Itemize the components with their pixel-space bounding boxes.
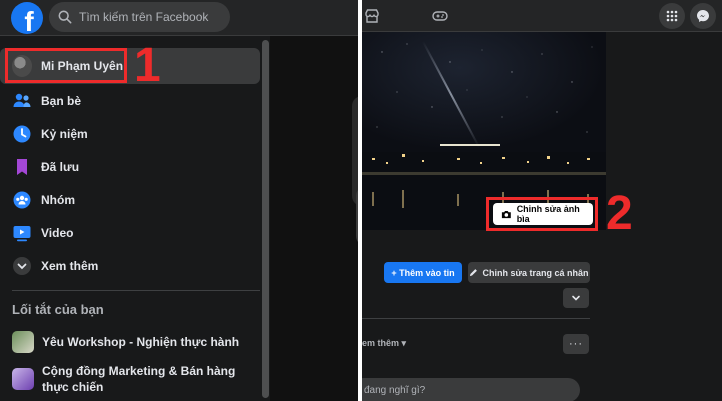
- top-navbar: f: [0, 0, 358, 36]
- sidebar-item-video[interactable]: Video: [0, 216, 260, 249]
- divider: [12, 290, 260, 291]
- shortcuts-title: Lối tắt của bạn: [12, 302, 104, 317]
- shortcut-item[interactable]: Cộng đồng Marketing & Bán hàng thực chiế…: [12, 363, 262, 395]
- left-panel: f Mi Phạm Uyên Bạn bè: [0, 0, 358, 401]
- sidebar-item-see-more[interactable]: Xem thêm: [0, 249, 260, 282]
- sidebar-item-label: Video: [41, 225, 74, 240]
- sidebar-item-friends[interactable]: Bạn bè: [0, 84, 260, 117]
- edit-profile-label: Chỉnh sửa trang cá nhân: [482, 267, 589, 278]
- sidebar-item-label: Bạn bè: [41, 93, 82, 108]
- search-input[interactable]: [79, 10, 219, 24]
- group-thumbnail: [12, 331, 34, 353]
- chevron-down-icon: [572, 295, 580, 301]
- sidebar-item-memories[interactable]: Kỷ niệm: [0, 117, 260, 150]
- profile-options-button[interactable]: [563, 288, 589, 308]
- add-to-story-button[interactable]: + Thêm vào tin: [384, 262, 462, 283]
- video-icon: [12, 223, 32, 243]
- facebook-logo-icon[interactable]: f: [11, 2, 43, 34]
- sidebar-item-groups[interactable]: Nhóm: [0, 183, 260, 216]
- annotation-number-2: 2: [606, 187, 633, 240]
- saved-icon: [12, 157, 32, 177]
- chevron-down-icon: [12, 256, 32, 276]
- sidebar-item-saved[interactable]: Đã lưu: [0, 150, 260, 183]
- marketplace-icon[interactable]: [364, 8, 380, 24]
- more-options-button[interactable]: ···: [563, 334, 589, 354]
- sidebar-scrollbar[interactable]: [262, 40, 269, 398]
- top-navbar: [362, 0, 722, 32]
- annotation-box-2: [486, 197, 598, 231]
- shortcut-item[interactable]: Yêu Workshop - Nghiện thực hành: [12, 331, 262, 353]
- divider: [362, 318, 590, 319]
- shortcut-label: Cộng đồng Marketing & Bán hàng thực chiế…: [42, 364, 236, 394]
- messenger-icon: [697, 10, 709, 22]
- post-composer[interactable]: [362, 378, 580, 401]
- sidebar-item-label: Nhóm: [41, 192, 75, 207]
- menu-grid-button[interactable]: [659, 3, 685, 29]
- friends-icon: [12, 91, 32, 111]
- sidebar-item-label: Kỷ niệm: [41, 126, 88, 141]
- annotation-number-1: 1: [134, 39, 161, 92]
- see-more-link[interactable]: em thêm ▾: [362, 338, 406, 349]
- grid-icon: [666, 10, 678, 22]
- groups-icon: [12, 190, 32, 210]
- sidebar-item-label: Đã lưu: [41, 159, 80, 174]
- group-thumbnail: [12, 368, 34, 390]
- pencil-icon: [470, 269, 478, 277]
- shortcut-label: Yêu Workshop - Nghiện thực hành: [42, 335, 240, 349]
- composer-input[interactable]: [364, 384, 564, 396]
- gaming-icon[interactable]: [432, 8, 448, 24]
- messenger-button[interactable]: [690, 3, 716, 29]
- search-box[interactable]: [49, 2, 230, 32]
- annotation-box-1: [5, 48, 127, 83]
- search-icon: [58, 10, 72, 24]
- right-panel: Chỉnh sửa ảnh bìa 2 + Thêm vào tin Chỉnh…: [362, 0, 722, 401]
- memories-icon: [12, 124, 32, 144]
- feed-background: [270, 36, 358, 401]
- left-sidebar-menu: Mi Phạm Uyên Bạn bè Kỷ niệm Đã lưu Nhóm …: [0, 48, 260, 282]
- edit-profile-button[interactable]: Chỉnh sửa trang cá nhân: [468, 262, 590, 283]
- sidebar-item-label: Xem thêm: [41, 258, 99, 273]
